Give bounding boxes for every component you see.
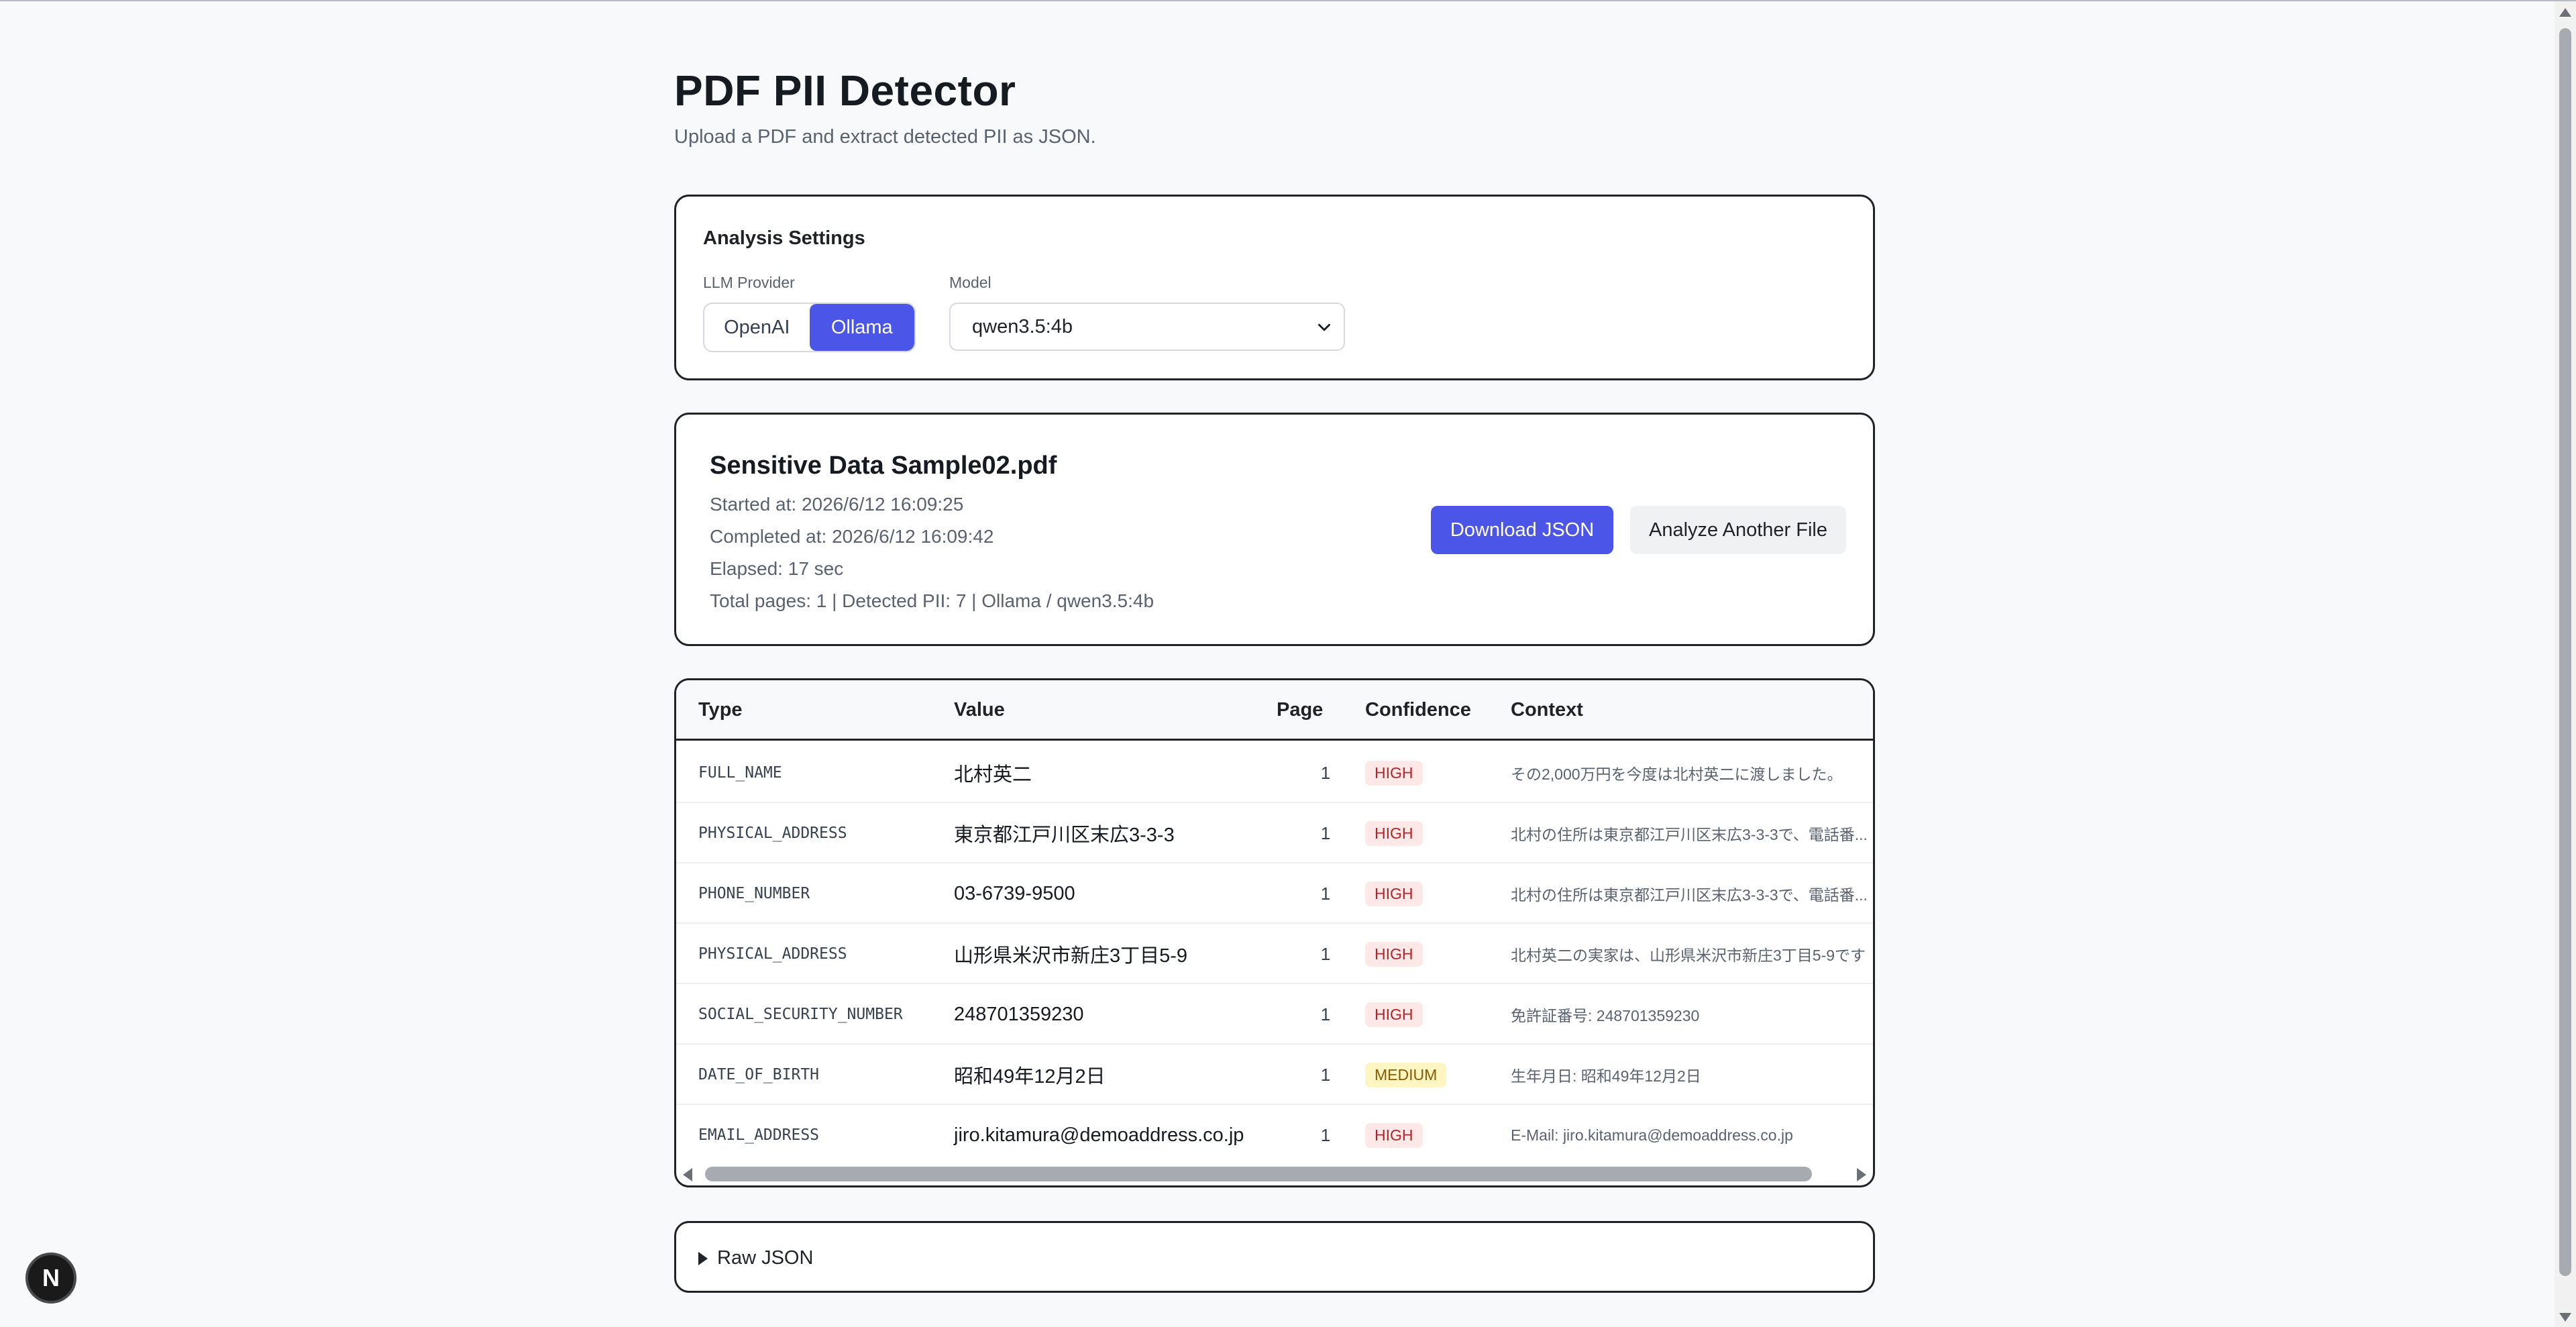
- page-subtitle: Upload a PDF and extract detected PII as…: [674, 126, 1096, 148]
- raw-json-toggle[interactable]: Raw JSON: [698, 1247, 813, 1269]
- confidence-badge: HIGH: [1365, 941, 1423, 967]
- model-select[interactable]: qwen3.5:4b: [949, 303, 1345, 351]
- analyze-another-file-button[interactable]: Analyze Another File: [1630, 506, 1846, 554]
- column-header-confidence: Confidence: [1365, 699, 1471, 721]
- nextjs-dev-letter: N: [42, 1264, 60, 1291]
- cell-page: 1: [1320, 1064, 1331, 1085]
- confidence-badge: HIGH: [1365, 1002, 1423, 1027]
- vertical-scroll-thumb[interactable]: [2559, 28, 2571, 1276]
- cell-page: 1: [1320, 943, 1331, 964]
- cell-type: PHYSICAL_ADDRESS: [698, 825, 847, 842]
- table-body: FULL_NAME 北村英二 1 HIGH その2,000万円を今度は北村英二に渡しまし…: [676, 743, 1873, 1165]
- cell-page: 1: [1320, 1004, 1331, 1024]
- cell-value: 山形県米沢市新庄3丁目5-9: [954, 945, 1188, 967]
- horizontal-scrollbar[interactable]: [676, 1163, 1873, 1185]
- page-title: PDF PII Detector: [674, 66, 1016, 115]
- cell-type: DATE_OF_BIRTH: [698, 1066, 820, 1083]
- cell-value: 昭和49年12月2日: [954, 1066, 1106, 1087]
- table-header: Type Value Page Confidence Context: [676, 680, 1873, 741]
- cell-page: 1: [1320, 822, 1331, 843]
- vertical-scrollbar[interactable]: [2555, 1, 2576, 1327]
- elapsed-time: Elapsed: 17 sec: [710, 558, 844, 579]
- file-name: Sensitive Data Sample02.pdf: [710, 452, 1057, 480]
- analysis-summary: Total pages: 1 | Detected PII: 7 | Ollam…: [710, 590, 1155, 611]
- column-header-type: Type: [698, 699, 743, 721]
- result-summary-card: Sensitive Data Sample02.pdf Started at: …: [674, 413, 1875, 646]
- table-row: DATE_OF_BIRTH 昭和49年12月2日 1 MEDIUM 生年月日: 昭和49…: [676, 1045, 1873, 1105]
- cell-page: 1: [1320, 762, 1331, 783]
- cell-page: 1: [1320, 883, 1331, 904]
- scroll-right-icon[interactable]: [1857, 1168, 1866, 1181]
- cell-confidence: HIGH: [1365, 743, 1423, 803]
- cell-type: SOCIAL_SECURITY_NUMBER: [698, 1006, 903, 1023]
- confidence-badge: HIGH: [1365, 760, 1423, 786]
- table-row: PHONE_NUMBER 03-6739-9500 1 HIGH 北村の住所は東京都江戸…: [676, 863, 1873, 924]
- horizontal-scroll-thumb[interactable]: [705, 1167, 1812, 1181]
- cell-confidence: MEDIUM: [1365, 1045, 1447, 1105]
- cell-context: E-Mail: jiro.kitamura@demoaddress.co.jp: [1511, 1126, 1793, 1144]
- confidence-badge: HIGH: [1365, 881, 1423, 906]
- cell-value: 03-6739-9500: [954, 882, 1075, 904]
- cell-value: jiro.kitamura@demoaddress.co.jp: [954, 1124, 1244, 1146]
- analysis-settings-card: Analysis Settings LLM Provider OpenAI Ol…: [674, 195, 1875, 380]
- column-header-context: Context: [1511, 699, 1583, 721]
- provider-label: LLM Provider: [703, 274, 795, 291]
- cell-context: 北村英二の実家は、山形県米沢市新庄3丁目5-9です: [1511, 947, 1866, 964]
- cell-confidence: HIGH: [1365, 863, 1423, 924]
- cell-value: 北村英二: [954, 764, 1032, 786]
- pii-table: Type Value Page Confidence Context FULL_…: [674, 678, 1875, 1187]
- table-row: EMAIL_ADDRESS jiro.kitamura@demoaddress.c…: [676, 1105, 1873, 1165]
- scroll-left-icon[interactable]: [683, 1168, 692, 1181]
- raw-json-section: Raw JSON: [674, 1221, 1875, 1293]
- started-at: Started at: 2026/6/12 16:09:25: [710, 494, 964, 515]
- download-json-button[interactable]: Download JSON: [1431, 506, 1613, 554]
- cell-type: PHYSICAL_ADDRESS: [698, 945, 847, 963]
- model-label: Model: [949, 274, 991, 291]
- cell-confidence: HIGH: [1365, 924, 1423, 984]
- cell-confidence: HIGH: [1365, 803, 1423, 863]
- column-header-value: Value: [954, 699, 1005, 721]
- model-select-value: qwen3.5:4b: [972, 315, 1073, 337]
- cell-context: 北村の住所は東京都江戸川区末広3-3-3で、電話番...: [1511, 826, 1868, 843]
- table-row: SOCIAL_SECURITY_NUMBER 248701359230 1 HIGH 免…: [676, 984, 1873, 1045]
- table-row: PHYSICAL_ADDRESS 東京都江戸川区末広3-3-3 1 HIGH 北村の住所…: [676, 803, 1873, 863]
- completed-at: Completed at: 2026/6/12 16:09:42: [710, 526, 994, 547]
- cell-confidence: HIGH: [1365, 984, 1423, 1045]
- confidence-badge: HIGH: [1365, 820, 1423, 846]
- cell-type: EMAIL_ADDRESS: [698, 1126, 820, 1144]
- triangle-right-icon: [698, 1251, 708, 1265]
- table-row: PHYSICAL_ADDRESS 山形県米沢市新庄3丁目5-9 1 HIGH 北村英二の…: [676, 924, 1873, 984]
- cell-context: 免許証番号: 248701359230: [1511, 1007, 1700, 1024]
- cell-confidence: HIGH: [1365, 1105, 1423, 1165]
- confidence-badge: HIGH: [1365, 1122, 1423, 1148]
- cell-type: FULL_NAME: [698, 764, 782, 782]
- cell-context: その2,000万円を今度は北村英二に渡しました。: [1511, 765, 1843, 783]
- chevron-down-icon: [1318, 323, 1330, 331]
- confidence-badge: MEDIUM: [1365, 1062, 1447, 1087]
- provider-toggle: OpenAI Ollama: [703, 303, 916, 352]
- cell-type: PHONE_NUMBER: [698, 885, 810, 902]
- scroll-down-icon[interactable]: [2559, 1313, 2571, 1322]
- cell-value: 248701359230: [954, 1003, 1084, 1025]
- scroll-up-icon[interactable]: [2559, 8, 2571, 17]
- nextjs-dev-icon[interactable]: N: [25, 1253, 76, 1304]
- provider-openai-button[interactable]: OpenAI: [704, 304, 810, 351]
- raw-json-label: Raw JSON: [717, 1247, 814, 1269]
- settings-title: Analysis Settings: [703, 227, 865, 249]
- cell-context: 北村の住所は東京都江戸川区末広3-3-3で、電話番...: [1511, 886, 1868, 904]
- cell-context: 生年月日: 昭和49年12月2日: [1511, 1067, 1701, 1085]
- column-header-page: Page: [1277, 699, 1324, 721]
- provider-ollama-button[interactable]: Ollama: [809, 304, 914, 351]
- cell-page: 1: [1320, 1124, 1331, 1145]
- table-row: FULL_NAME 北村英二 1 HIGH その2,000万円を今度は北村英二に渡しまし…: [676, 743, 1873, 803]
- cell-value: 東京都江戸川区末広3-3-3: [954, 825, 1175, 846]
